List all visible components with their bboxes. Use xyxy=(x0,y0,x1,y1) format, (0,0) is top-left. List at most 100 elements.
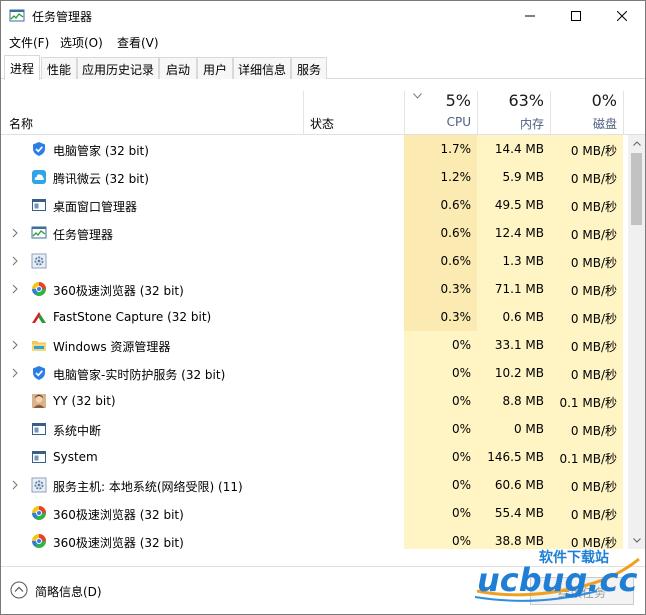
table-row[interactable]: 电脑管家 (32 bit) 1.7% 14.4 MB 0 MB/秒 xyxy=(1,135,628,163)
table-row[interactable]: 腾讯微云 (32 bit) 1.2% 5.9 MB 0 MB/秒 xyxy=(1,163,628,191)
memory-cell: 38.8 MB xyxy=(477,527,550,549)
process-name: 系统中断 xyxy=(53,424,102,438)
disk-cell: 0.1 MB/秒 xyxy=(550,443,623,471)
memory-cell: 71.1 MB xyxy=(477,275,550,303)
vertical-scrollbar[interactable] xyxy=(628,135,645,549)
table-row[interactable]: 0.6% 1.3 MB 0 MB/秒 xyxy=(1,247,628,275)
disk-cell: 0 MB/秒 xyxy=(550,219,623,247)
cpu-cell: 0.6% xyxy=(404,219,477,247)
maximize-button[interactable] xyxy=(553,1,599,31)
title-bar[interactable]: 任务管理器 xyxy=(1,1,645,31)
chevron-up-circle-icon[interactable] xyxy=(10,581,28,599)
disk-cell: 0 MB/秒 xyxy=(550,135,623,163)
disk-cell: 0 MB/秒 xyxy=(550,247,623,275)
chevron-right-icon[interactable] xyxy=(10,340,20,350)
task-manager-icon xyxy=(31,226,47,239)
disk-cell: 0 MB/秒 xyxy=(550,303,623,331)
column-divider[interactable] xyxy=(303,91,304,135)
fewer-details-link[interactable]: 简略信息(D) xyxy=(35,583,102,600)
scroll-up-button[interactable] xyxy=(628,135,645,152)
scroll-thumb[interactable] xyxy=(631,153,642,225)
window-icon xyxy=(32,451,46,463)
chevron-down-icon xyxy=(632,538,641,543)
tab-app-history[interactable]: 应用历史记录 xyxy=(77,57,159,79)
tab-startup[interactable]: 启动 xyxy=(159,57,197,79)
menu-bar: 文件(F) 选项(O) 查看(V) xyxy=(1,32,645,52)
capture-icon xyxy=(32,312,46,323)
memory-cell: 0 MB xyxy=(477,415,550,443)
memory-cell: 55.4 MB xyxy=(477,499,550,527)
memory-cell: 1.3 MB xyxy=(477,247,550,275)
column-status-header[interactable]: 状态 xyxy=(310,115,334,132)
table-row[interactable]: YY (32 bit) 0% 8.8 MB 0.1 MB/秒 xyxy=(1,387,628,415)
disk-cell: 0 MB/秒 xyxy=(550,415,623,443)
disk-cell: 0.1 MB/秒 xyxy=(550,387,623,415)
cpu-cell: 0% xyxy=(404,387,477,415)
window-icon xyxy=(32,199,46,211)
disk-cell: 0 MB/秒 xyxy=(550,499,623,527)
table-row[interactable]: FastStone Capture (32 bit) 0.3% 0.6 MB 0 MB… xyxy=(1,303,628,331)
column-disk-header[interactable]: 0% 磁盘 xyxy=(550,81,623,135)
task-manager-window: 任务管理器 文件(F) 选项(O) 查看(V) 进程 性能 应用历史记录 启动 … xyxy=(0,0,646,615)
tab-services[interactable]: 服务 xyxy=(291,57,327,79)
tab-performance[interactable]: 性能 xyxy=(41,57,77,79)
process-name: 360极速浏览器 (32 bit) xyxy=(53,284,184,298)
cpu-cell: 0% xyxy=(404,527,477,549)
process-name: 电脑管家 (32 bit) xyxy=(53,144,149,158)
close-button[interactable] xyxy=(599,1,645,31)
gear-icon xyxy=(31,477,47,493)
minimize-icon xyxy=(525,15,535,17)
chevron-right-icon[interactable] xyxy=(10,480,20,490)
chevron-right-icon[interactable] xyxy=(10,228,20,238)
table-row[interactable]: 电脑管家-实时防护服务 (32 bit) 0% 10.2 MB 0 MB/秒 xyxy=(1,359,628,387)
browser-icon xyxy=(32,282,46,296)
cpu-cell: 1.7% xyxy=(404,135,477,163)
table-row[interactable]: 360极速浏览器 (32 bit) 0% 38.8 MB 0 MB/秒 xyxy=(1,527,628,549)
maximize-icon xyxy=(571,11,581,21)
memory-total-percent: 63% xyxy=(508,91,544,110)
yy-avatar-icon xyxy=(32,394,46,408)
minimize-button[interactable] xyxy=(507,1,553,31)
cpu-cell: 0.6% xyxy=(404,191,477,219)
column-cpu-header[interactable]: 5% CPU xyxy=(404,81,477,135)
table-row[interactable]: 360极速浏览器 (32 bit) 0.3% 71.1 MB 0 MB/秒 xyxy=(1,275,628,303)
process-name: 任务管理器 xyxy=(53,228,114,242)
menu-options[interactable]: 选项(O) xyxy=(60,34,103,51)
process-name: 360极速浏览器 (32 bit) xyxy=(53,508,184,522)
table-row[interactable]: Windows 资源管理器 0% 33.1 MB 0 MB/秒 xyxy=(1,331,628,359)
cpu-cell: 0.6% xyxy=(404,247,477,275)
table-row[interactable]: 桌面窗口管理器 0.6% 49.5 MB 0 MB/秒 xyxy=(1,191,628,219)
cpu-cell: 0% xyxy=(404,499,477,527)
memory-cell: 60.6 MB xyxy=(477,471,550,499)
memory-cell: 0.6 MB xyxy=(477,303,550,331)
process-name: FastStone Capture (32 bit) xyxy=(53,310,212,324)
chevron-up-icon xyxy=(632,141,641,146)
column-name-header[interactable]: 名称 xyxy=(9,115,33,132)
task-manager-app-icon xyxy=(9,9,25,22)
table-row[interactable]: System 0% 146.5 MB 0.1 MB/秒 xyxy=(1,443,628,471)
scroll-down-button[interactable] xyxy=(628,532,645,549)
memory-cell: 12.4 MB xyxy=(477,219,550,247)
chevron-right-icon[interactable] xyxy=(10,368,20,378)
chevron-right-icon[interactable] xyxy=(10,284,20,294)
column-memory-header[interactable]: 63% 内存 xyxy=(477,81,550,135)
disk-total-percent: 0% xyxy=(591,91,617,110)
menu-file[interactable]: 文件(F) xyxy=(9,34,49,51)
menu-view[interactable]: 查看(V) xyxy=(117,34,159,51)
tab-users[interactable]: 用户 xyxy=(197,57,233,79)
table-row[interactable]: 任务管理器 0.6% 12.4 MB 0 MB/秒 xyxy=(1,219,628,247)
table-row[interactable]: 系统中断 0% 0 MB 0 MB/秒 xyxy=(1,415,628,443)
process-name: 360极速浏览器 (32 bit) xyxy=(53,536,184,549)
chevron-right-icon[interactable] xyxy=(10,256,20,266)
tab-details[interactable]: 详细信息 xyxy=(233,57,291,79)
column-divider[interactable] xyxy=(623,91,624,135)
tab-processes[interactable]: 进程 xyxy=(4,55,40,80)
process-list: 电脑管家 (32 bit) 1.7% 14.4 MB 0 MB/秒 腾讯微云 (32 b… xyxy=(1,135,628,549)
memory-cell: 49.5 MB xyxy=(477,191,550,219)
memory-cell: 5.9 MB xyxy=(477,163,550,191)
disk-cell: 0 MB/秒 xyxy=(550,191,623,219)
table-row[interactable]: 360极速浏览器 (32 bit) 0% 55.4 MB 0 MB/秒 xyxy=(1,499,628,527)
table-row[interactable]: 服务主机: 本地系统(网络受限) (11) 0% 60.6 MB 0 MB/秒 xyxy=(1,471,628,499)
disk-label: 磁盘 xyxy=(592,117,617,131)
cpu-cell: 0% xyxy=(404,331,477,359)
